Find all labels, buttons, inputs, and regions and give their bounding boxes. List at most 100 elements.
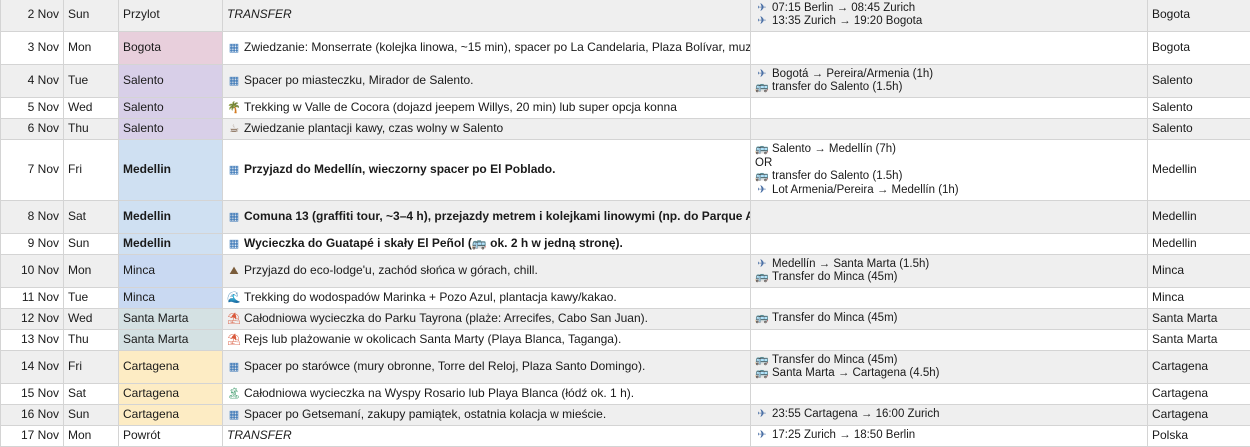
location-cell[interactable]: Santa Marta xyxy=(118,308,223,330)
stay-cell[interactable]: Minca xyxy=(1147,287,1250,309)
activity-cell[interactable]: ⛱ Całodniowa wycieczka do Parku Tayrona (… xyxy=(222,308,751,330)
activity-cell[interactable]: ▦ Zwiedzanie: Monserrate (kolejka linowa,… xyxy=(222,31,751,65)
date-cell[interactable]: 15 Nov xyxy=(0,383,64,405)
date-cell[interactable]: 16 Nov xyxy=(0,404,64,426)
stay-cell[interactable]: Santa Marta xyxy=(1147,329,1250,351)
activity-cell[interactable]: ☕ Zwiedzanie plantacji kawy, czas wolny w… xyxy=(222,118,751,140)
date-cell[interactable]: 17 Nov xyxy=(0,425,64,447)
day-cell[interactable]: Wed xyxy=(63,308,119,330)
transport-cell[interactable] xyxy=(750,383,1148,405)
day-cell[interactable]: Fri xyxy=(63,139,119,201)
stay-cell[interactable]: Cartagena xyxy=(1147,383,1250,405)
day-cell[interactable]: Sun xyxy=(63,0,119,32)
day-cell[interactable]: Sat xyxy=(63,200,119,234)
day-cell[interactable]: Sun xyxy=(63,233,119,255)
day-cell[interactable]: Tue xyxy=(63,287,119,309)
activity-cell[interactable]: 🏝 Całodniowa wycieczka na Wyspy Rosario l… xyxy=(222,383,751,405)
transport-cell[interactable] xyxy=(750,233,1148,255)
day-cell[interactable]: Thu xyxy=(63,329,119,351)
activity-text: Trekking do wodospadów Marinka + Pozo Az… xyxy=(244,289,617,304)
transport-cell[interactable] xyxy=(750,118,1148,140)
activity-cell[interactable]: ▦ Comuna 13 (graffiti tour, ~3–4 h), prze… xyxy=(222,200,751,234)
location-cell[interactable]: Cartagena xyxy=(118,350,223,384)
transport-cell[interactable] xyxy=(750,287,1148,309)
location-cell[interactable]: Medellin xyxy=(118,233,223,255)
table-row: 6 Nov Thu Salento ☕ Zwiedzanie plantacji kaw… xyxy=(0,118,1250,140)
stay-cell[interactable]: Cartagena xyxy=(1147,404,1250,426)
transport-cell[interactable] xyxy=(750,97,1148,119)
stay-cell[interactable]: Bogota xyxy=(1147,0,1250,32)
stay-cell[interactable]: Medellin xyxy=(1147,200,1250,234)
stay-cell[interactable]: Salento xyxy=(1147,118,1250,140)
stay-cell[interactable]: Cartagena xyxy=(1147,350,1250,384)
stay-cell[interactable]: Salento xyxy=(1147,64,1250,98)
transport-cell[interactable]: ✈ 23:55 Cartagena → 16:00 Zurich xyxy=(750,404,1148,426)
date-cell[interactable]: 3 Nov xyxy=(0,31,64,65)
location-cell[interactable]: Cartagena xyxy=(118,383,223,405)
activity-cell[interactable]: 🌴 Trekking w Valle de Cocora (dojazd jeep… xyxy=(222,97,751,119)
transport-cell[interactable]: 🚌 Salento → Medellín (7h) OR 🚌 transfer do S… xyxy=(750,139,1148,201)
stay-cell[interactable]: Salento xyxy=(1147,97,1250,119)
location-cell[interactable]: Minca xyxy=(118,254,223,288)
date-cell[interactable]: 14 Nov xyxy=(0,350,64,384)
day-cell[interactable]: Sun xyxy=(63,404,119,426)
location-cell[interactable]: Salento xyxy=(118,118,223,140)
transport-cell[interactable] xyxy=(750,329,1148,351)
day-cell[interactable]: Mon xyxy=(63,254,119,288)
activity-cell[interactable]: TRANSFER xyxy=(222,0,751,32)
activity-cell[interactable]: ▦ Spacer po starówce (mury obronne, Torre… xyxy=(222,350,751,384)
day-cell[interactable]: Sat xyxy=(63,383,119,405)
stay-cell[interactable]: Medellin xyxy=(1147,233,1250,255)
day-cell[interactable]: Fri xyxy=(63,350,119,384)
date-cell[interactable]: 11 Nov xyxy=(0,287,64,309)
stay-cell[interactable]: Bogota xyxy=(1147,31,1250,65)
activity-cell[interactable]: ▦ Spacer po miasteczku, Mirador de Salent… xyxy=(222,64,751,98)
day-cell[interactable]: Mon xyxy=(63,425,119,447)
location-cell[interactable]: Powrót xyxy=(118,425,223,447)
transport-cell[interactable] xyxy=(750,200,1148,234)
bus-icon: 🚌 xyxy=(755,271,769,283)
day-cell[interactable]: Mon xyxy=(63,31,119,65)
stay-cell[interactable]: Minca xyxy=(1147,254,1250,288)
location-cell[interactable]: Salento xyxy=(118,64,223,98)
stay-cell[interactable]: Medellin xyxy=(1147,139,1250,201)
activity-cell[interactable]: ⛱ Rejs lub plażowanie w okolicach Santa M… xyxy=(222,329,751,351)
date-cell[interactable]: 10 Nov xyxy=(0,254,64,288)
location-cell[interactable]: Medellin xyxy=(118,139,223,201)
activity-cell[interactable]: 🌊 Trekking do wodospadów Marinka + Pozo A… xyxy=(222,287,751,309)
location-cell[interactable]: Santa Marta xyxy=(118,329,223,351)
activity-cell[interactable]: ▦ Spacer po Getsemaní, zakupy pamiątek, o… xyxy=(222,404,751,426)
transport-cell[interactable]: ✈ Bogotá → Pereira/Armenia (1h) 🚌 transfer … xyxy=(750,64,1148,98)
location-cell[interactable]: Przylot xyxy=(118,0,223,32)
date-cell[interactable]: 2 Nov xyxy=(0,0,64,32)
activity-cell[interactable]: ▦ Wycieczka do Guatapé i skały El Peñol (… xyxy=(222,233,751,255)
transport-cell[interactable]: 🚌 Transfer do Minca (45m) xyxy=(750,308,1148,330)
activity-cell[interactable]: ⛰ Przyjazd do eco-lodge'u, zachód słońca … xyxy=(222,254,751,288)
date-cell[interactable]: 4 Nov xyxy=(0,64,64,98)
location-cell[interactable]: Cartagena xyxy=(118,404,223,426)
transport-cell[interactable]: ✈ 07:15 Berlin → 08:45 Zurich ✈ 13:35 Zuric… xyxy=(750,0,1148,32)
date-cell[interactable]: 6 Nov xyxy=(0,118,64,140)
location-cell[interactable]: Salento xyxy=(118,97,223,119)
activity-cell[interactable]: ▦ Przyjazd do Medellín, wieczorny spacer … xyxy=(222,139,751,201)
stay-cell[interactable]: Polska xyxy=(1147,425,1250,447)
transport-cell[interactable]: ✈ 17:25 Zurich → 18:50 Berlin xyxy=(750,425,1148,447)
transport-cell[interactable]: ✈ Medellín → Santa Marta (1.5h) 🚌 Transfer … xyxy=(750,254,1148,288)
date-cell[interactable]: 5 Nov xyxy=(0,97,64,119)
transport-cell[interactable] xyxy=(750,31,1148,65)
location-cell[interactable]: Bogota xyxy=(118,31,223,65)
transport-cell[interactable]: 🚌 Transfer do Minca (45m) 🚌 Santa Marta → C… xyxy=(750,350,1148,384)
date-cell[interactable]: 8 Nov xyxy=(0,200,64,234)
date-cell[interactable]: 12 Nov xyxy=(0,308,64,330)
table-row: 16 Nov Sun Cartagena ▦ Spacer po Getsemaní, … xyxy=(0,404,1250,426)
date-cell[interactable]: 7 Nov xyxy=(0,139,64,201)
activity-cell[interactable]: TRANSFER xyxy=(222,425,751,447)
location-cell[interactable]: Medellin xyxy=(118,200,223,234)
day-cell[interactable]: Thu xyxy=(63,118,119,140)
day-cell[interactable]: Wed xyxy=(63,97,119,119)
date-cell[interactable]: 13 Nov xyxy=(0,329,64,351)
location-cell[interactable]: Minca xyxy=(118,287,223,309)
date-cell[interactable]: 9 Nov xyxy=(0,233,64,255)
day-cell[interactable]: Tue xyxy=(63,64,119,98)
stay-cell[interactable]: Santa Marta xyxy=(1147,308,1250,330)
